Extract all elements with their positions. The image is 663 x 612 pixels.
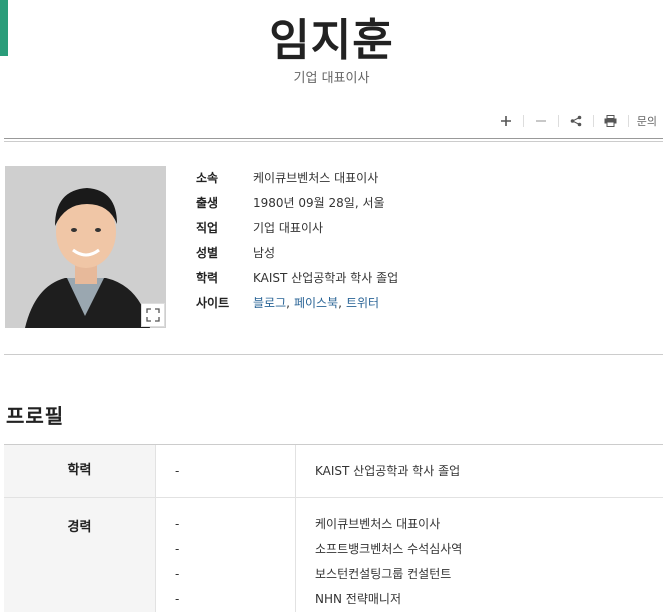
info-row: 직업 기업 대표이사 <box>196 215 398 240</box>
period-cell: - <box>175 542 180 556</box>
info-key: 사이트 <box>196 296 230 310</box>
info-key: 학력 <box>196 271 219 285</box>
info-key: 소속 <box>196 171 219 185</box>
share-icon[interactable] <box>559 112 593 130</box>
section-divider <box>4 354 663 355</box>
info-value: KAIST 산업공학과 학사 졸업 <box>253 271 399 285</box>
period-cell: - <box>175 517 180 531</box>
period-column: - - - - <box>156 498 296 612</box>
inquiry-link[interactable]: 문의 <box>629 113 657 129</box>
period-cell: - <box>175 567 180 581</box>
detail-column: 케이큐브벤처스 대표이사 소프트뱅크벤처스 수석심사역 보스턴컨설팅그룹 컨설턴… <box>296 498 663 612</box>
detail-cell: 케이큐브벤처스 대표이사 <box>315 517 441 531</box>
facebook-link[interactable]: 페이스북 <box>294 296 338 310</box>
blog-link[interactable]: 블로그 <box>253 296 286 310</box>
twitter-link[interactable]: 트위터 <box>346 296 379 310</box>
expand-icon[interactable] <box>141 303 165 327</box>
header-divider <box>4 138 663 142</box>
detail-cell: 보스턴컨설팅그룹 컨설턴트 <box>315 567 452 581</box>
profile-photo[interactable] <box>5 166 166 328</box>
plus-icon[interactable] <box>489 112 523 130</box>
info-key: 출생 <box>196 196 219 210</box>
info-list: 소속 케이큐브벤처스 대표이사 출생 1980년 09월 28일, 서울 직업 … <box>196 165 398 315</box>
info-value: 1980년 09월 28일, 서울 <box>253 196 385 210</box>
info-row: 성별 남성 <box>196 240 398 265</box>
site-links: 블로그, 페이스북, 트위터 <box>253 296 380 310</box>
minus-icon[interactable] <box>524 112 558 130</box>
detail-cell: KAIST 산업공학과 학사 졸업 <box>315 464 461 478</box>
toolbar: 문의 <box>489 112 657 130</box>
table-row: 경력 - - - - 케이큐브벤처스 대표이사 소프트뱅크벤처스 수석심사역 보… <box>4 498 663 612</box>
detail-cell: NHN 전략매니저 <box>315 592 401 606</box>
period-cell: - <box>156 445 296 497</box>
info-value: 기업 대표이사 <box>253 221 324 235</box>
info-row: 학력 KAIST 산업공학과 학사 졸업 <box>196 265 398 290</box>
info-value: 남성 <box>253 246 276 260</box>
career-header: 경력 <box>4 498 156 612</box>
info-value: 케이큐브벤처스 대표이사 <box>253 171 379 185</box>
education-header: 학력 <box>4 445 156 497</box>
detail-cell: 소프트뱅크벤처스 수석심사역 <box>315 542 463 556</box>
page-subtitle: 기업 대표이사 <box>293 71 370 86</box>
info-key: 성별 <box>196 246 219 260</box>
profile-table: 학력 - KAIST 산업공학과 학사 졸업 경력 - - - - 케이큐브벤처… <box>4 444 663 612</box>
profile-section-title: 프로필 <box>6 404 65 428</box>
table-row: 학력 - KAIST 산업공학과 학사 졸업 <box>4 445 663 498</box>
info-row-site: 사이트 블로그, 페이스북, 트위터 <box>196 290 398 315</box>
period-cell: - <box>175 592 180 606</box>
info-row: 소속 케이큐브벤처스 대표이사 <box>196 165 398 190</box>
print-icon[interactable] <box>594 112 628 130</box>
page-title: 임지훈 <box>269 15 394 66</box>
info-row: 출생 1980년 09월 28일, 서울 <box>196 190 398 215</box>
info-key: 직업 <box>196 221 219 235</box>
